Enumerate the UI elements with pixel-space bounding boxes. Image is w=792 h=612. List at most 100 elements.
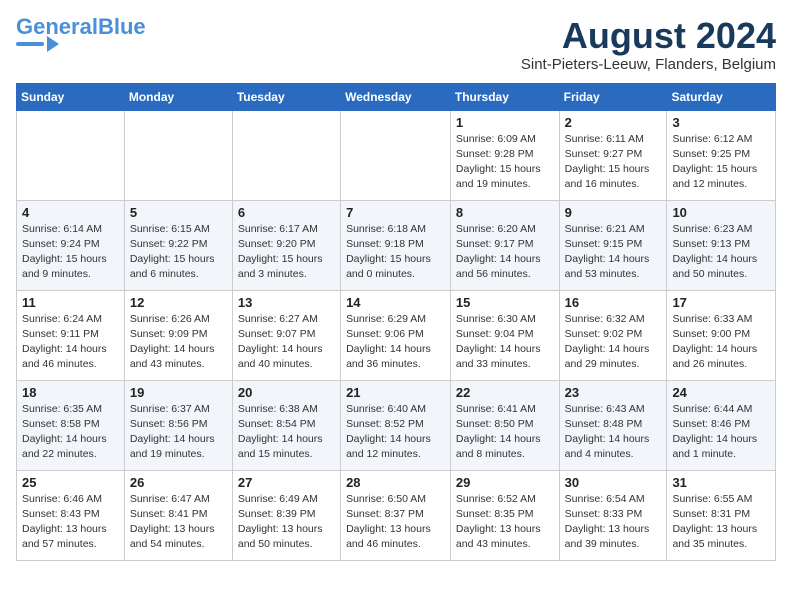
cell-info: Sunrise: 6:43 AM [565, 402, 662, 417]
day-number: 21 [346, 385, 445, 400]
cell-info: Sunrise: 6:40 AM [346, 402, 445, 417]
cell-info: Sunset: 9:07 PM [238, 327, 335, 342]
cell-info: Sunset: 8:48 PM [565, 417, 662, 432]
calendar-cell [341, 110, 451, 200]
cell-info: Sunrise: 6:33 AM [672, 312, 770, 327]
cell-info: and 19 minutes. [456, 177, 554, 192]
cell-info: and 56 minutes. [456, 267, 554, 282]
cell-info: Sunrise: 6:41 AM [456, 402, 554, 417]
cell-info: Daylight: 14 hours [672, 252, 770, 267]
calendar-cell: 1Sunrise: 6:09 AMSunset: 9:28 PMDaylight… [450, 110, 559, 200]
cell-info: and 3 minutes. [238, 267, 335, 282]
cell-info: Sunrise: 6:21 AM [565, 222, 662, 237]
cell-info: and 19 minutes. [130, 447, 227, 462]
cell-info: Daylight: 15 hours [565, 162, 662, 177]
day-number: 30 [565, 475, 662, 490]
calendar-cell: 27Sunrise: 6:49 AMSunset: 8:39 PMDayligh… [232, 470, 340, 560]
cell-info: Sunrise: 6:30 AM [456, 312, 554, 327]
cell-info: Sunset: 9:00 PM [672, 327, 770, 342]
cell-info: Sunrise: 6:24 AM [22, 312, 119, 327]
day-number: 26 [130, 475, 227, 490]
weekday-header: Tuesday [232, 83, 340, 110]
cell-info: and 57 minutes. [22, 537, 119, 552]
calendar-week-row: 4Sunrise: 6:14 AMSunset: 9:24 PMDaylight… [17, 200, 776, 290]
day-number: 25 [22, 475, 119, 490]
cell-info: Sunrise: 6:49 AM [238, 492, 335, 507]
cell-info: and 4 minutes. [565, 447, 662, 462]
title-area: August 2024 Sint-Pieters-Leeuw, Flanders… [521, 16, 776, 73]
cell-info: Daylight: 13 hours [672, 522, 770, 537]
cell-info: Daylight: 14 hours [565, 432, 662, 447]
cell-info: Daylight: 14 hours [22, 432, 119, 447]
calendar-week-row: 1Sunrise: 6:09 AMSunset: 9:28 PMDaylight… [17, 110, 776, 200]
cell-info: Daylight: 14 hours [456, 342, 554, 357]
calendar-cell: 2Sunrise: 6:11 AMSunset: 9:27 PMDaylight… [559, 110, 667, 200]
calendar-cell: 14Sunrise: 6:29 AMSunset: 9:06 PMDayligh… [341, 290, 451, 380]
cell-info: Sunset: 9:11 PM [22, 327, 119, 342]
day-number: 29 [456, 475, 554, 490]
cell-info: and 15 minutes. [238, 447, 335, 462]
day-number: 7 [346, 205, 445, 220]
day-number: 19 [130, 385, 227, 400]
cell-info: Sunset: 9:15 PM [565, 237, 662, 252]
cell-info: Sunset: 8:46 PM [672, 417, 770, 432]
cell-info: and 1 minute. [672, 447, 770, 462]
cell-info: and 16 minutes. [565, 177, 662, 192]
cell-info: Daylight: 14 hours [130, 432, 227, 447]
cell-info: Daylight: 14 hours [130, 342, 227, 357]
calendar-cell: 31Sunrise: 6:55 AMSunset: 8:31 PMDayligh… [667, 470, 776, 560]
calendar-cell: 4Sunrise: 6:14 AMSunset: 9:24 PMDaylight… [17, 200, 125, 290]
cell-info: Sunrise: 6:54 AM [565, 492, 662, 507]
calendar-week-row: 11Sunrise: 6:24 AMSunset: 9:11 PMDayligh… [17, 290, 776, 380]
cell-info: Sunset: 8:41 PM [130, 507, 227, 522]
cell-info: Sunset: 8:39 PM [238, 507, 335, 522]
cell-info: Sunrise: 6:23 AM [672, 222, 770, 237]
cell-info: Sunset: 8:58 PM [22, 417, 119, 432]
day-number: 22 [456, 385, 554, 400]
logo-blue: Blue [98, 14, 146, 39]
calendar-cell: 28Sunrise: 6:50 AMSunset: 8:37 PMDayligh… [341, 470, 451, 560]
cell-info: Daylight: 14 hours [346, 432, 445, 447]
weekday-header: Monday [124, 83, 232, 110]
cell-info: Daylight: 14 hours [672, 342, 770, 357]
calendar-cell: 30Sunrise: 6:54 AMSunset: 8:33 PMDayligh… [559, 470, 667, 560]
calendar-cell: 24Sunrise: 6:44 AMSunset: 8:46 PMDayligh… [667, 380, 776, 470]
cell-info: Sunset: 8:37 PM [346, 507, 445, 522]
cell-info: Daylight: 13 hours [130, 522, 227, 537]
cell-info: Sunset: 9:13 PM [672, 237, 770, 252]
cell-info: and 46 minutes. [346, 537, 445, 552]
cell-info: and 50 minutes. [238, 537, 335, 552]
cell-info: Sunset: 9:22 PM [130, 237, 227, 252]
cell-info: and 50 minutes. [672, 267, 770, 282]
cell-info: Sunset: 9:02 PM [565, 327, 662, 342]
day-number: 8 [456, 205, 554, 220]
calendar-cell: 3Sunrise: 6:12 AMSunset: 9:25 PMDaylight… [667, 110, 776, 200]
cell-info: Sunrise: 6:44 AM [672, 402, 770, 417]
cell-info: Sunrise: 6:46 AM [22, 492, 119, 507]
calendar-cell: 12Sunrise: 6:26 AMSunset: 9:09 PMDayligh… [124, 290, 232, 380]
cell-info: Sunrise: 6:18 AM [346, 222, 445, 237]
cell-info: and 22 minutes. [22, 447, 119, 462]
cell-info: Sunset: 8:35 PM [456, 507, 554, 522]
cell-info: Daylight: 14 hours [22, 342, 119, 357]
cell-info: Sunrise: 6:14 AM [22, 222, 119, 237]
weekday-header: Friday [559, 83, 667, 110]
cell-info: Sunset: 8:31 PM [672, 507, 770, 522]
cell-info: Daylight: 13 hours [565, 522, 662, 537]
cell-info: Daylight: 15 hours [130, 252, 227, 267]
calendar-cell: 13Sunrise: 6:27 AMSunset: 9:07 PMDayligh… [232, 290, 340, 380]
calendar-cell: 17Sunrise: 6:33 AMSunset: 9:00 PMDayligh… [667, 290, 776, 380]
day-number: 1 [456, 115, 554, 130]
cell-info: and 40 minutes. [238, 357, 335, 372]
cell-info: Daylight: 13 hours [346, 522, 445, 537]
calendar-cell [232, 110, 340, 200]
calendar-cell: 8Sunrise: 6:20 AMSunset: 9:17 PMDaylight… [450, 200, 559, 290]
day-number: 24 [672, 385, 770, 400]
day-number: 15 [456, 295, 554, 310]
cell-info: Sunset: 9:04 PM [456, 327, 554, 342]
cell-info: Sunrise: 6:55 AM [672, 492, 770, 507]
cell-info: and 54 minutes. [130, 537, 227, 552]
cell-info: Daylight: 13 hours [22, 522, 119, 537]
cell-info: Sunset: 8:56 PM [130, 417, 227, 432]
logo: GeneralBlue [16, 16, 146, 52]
